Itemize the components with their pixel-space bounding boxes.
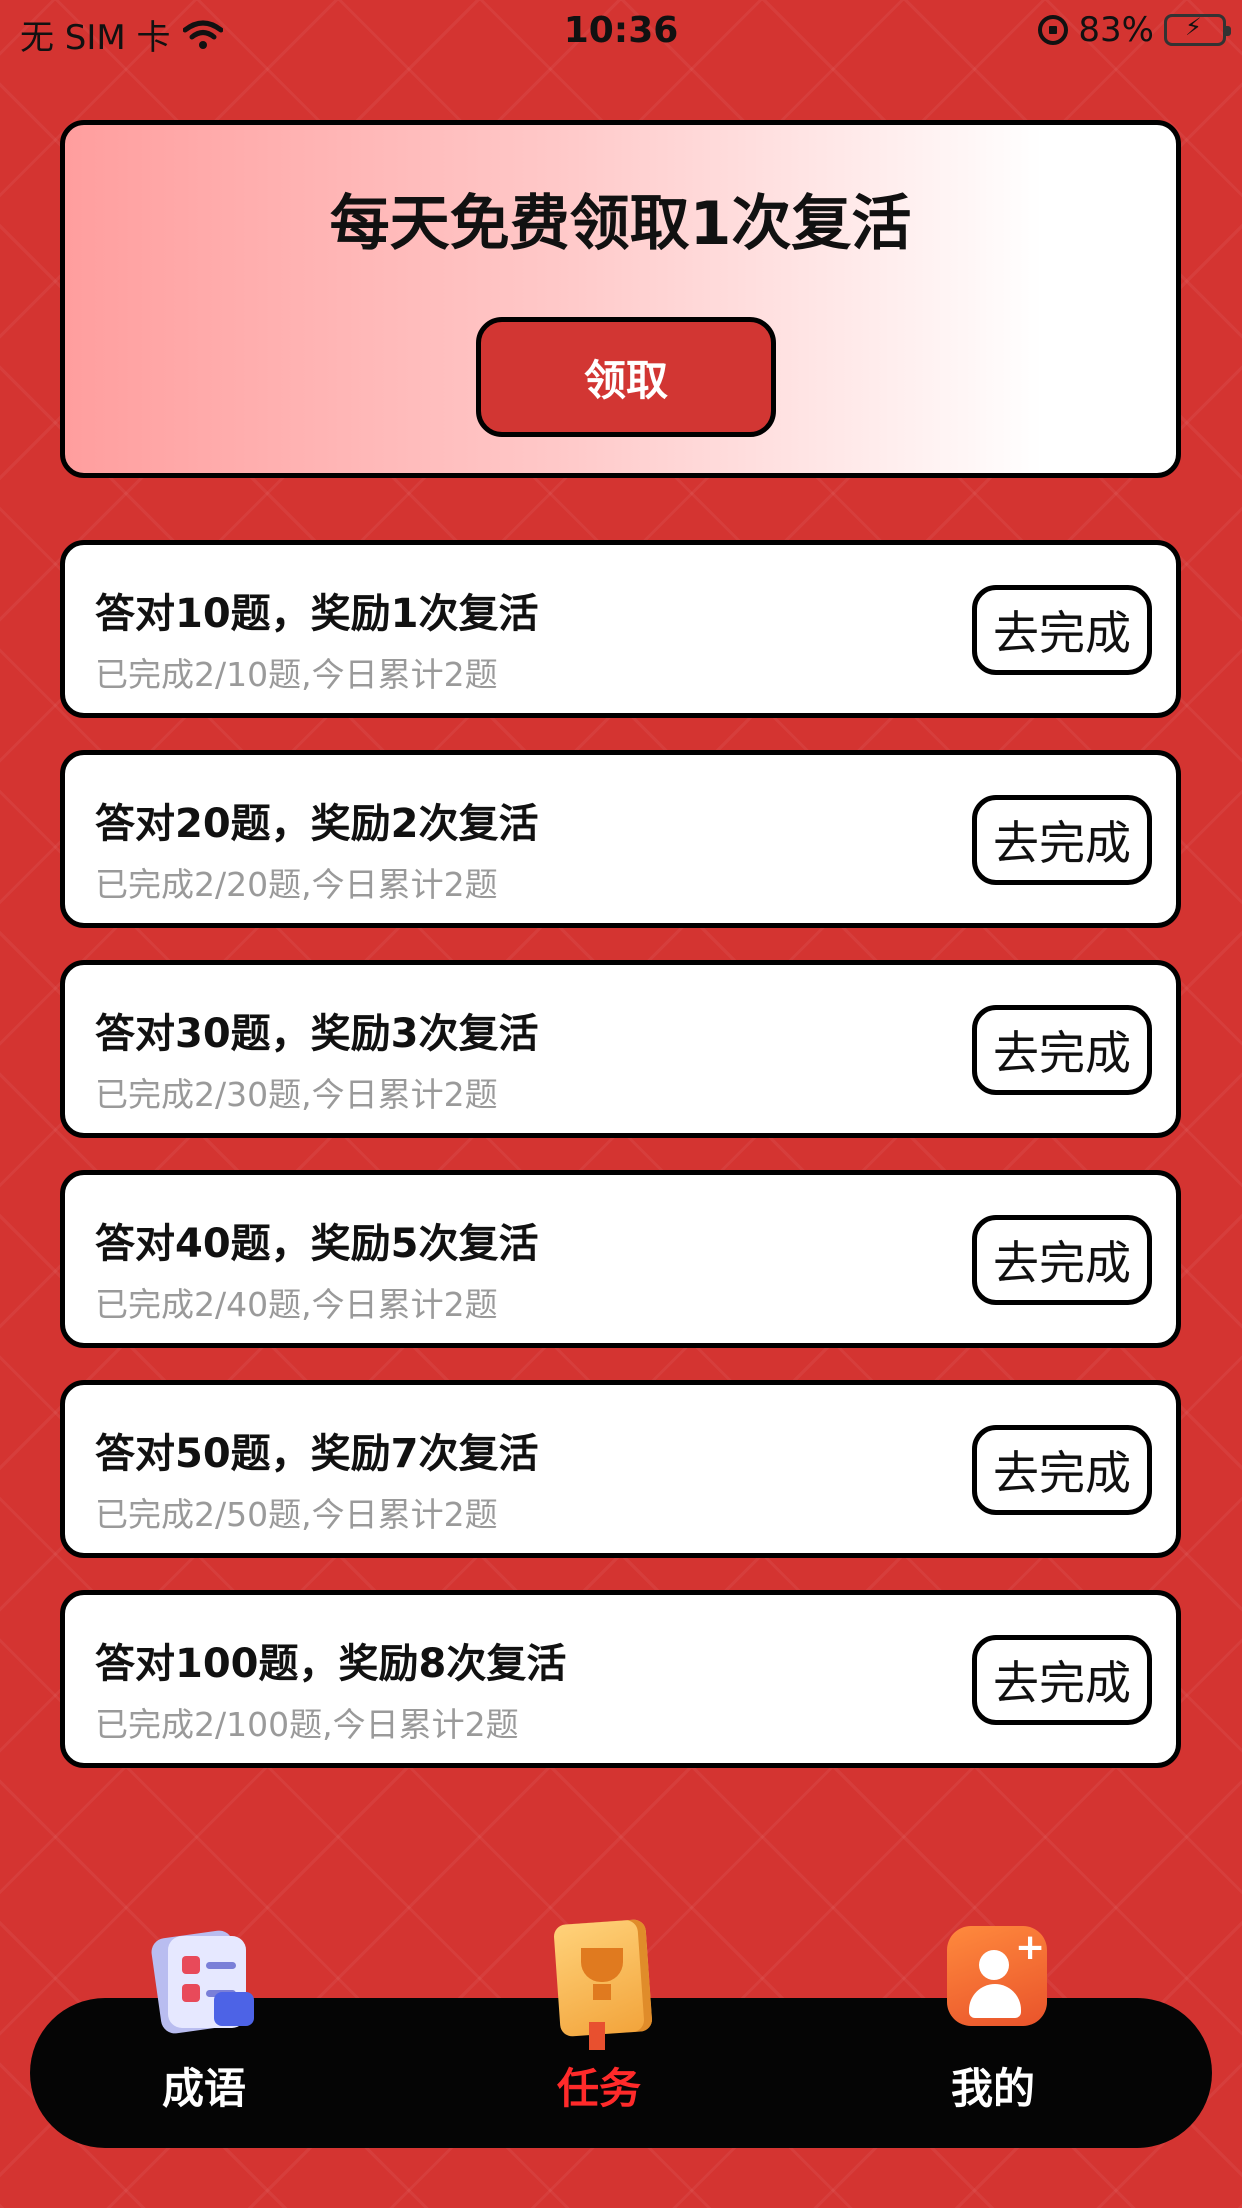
go-complete-button[interactable]: 去完成 [972,1215,1152,1305]
nav-item-idiom[interactable]: 成语 [84,1928,324,2148]
nav-label-mine: 我的 [950,2064,1035,2113]
idiom-icon [149,1926,258,2036]
nav-item-task[interactable]: 任务 [479,1918,719,2148]
go-complete-button[interactable]: 去完成 [972,1635,1152,1725]
status-right: 83% ⚡ [1038,10,1231,50]
status-bar: 无 SIM 卡 10:36 83% ⚡ [0,0,1242,62]
go-complete-button[interactable]: 去完成 [972,585,1152,675]
task-progress: 已完成2/20题,今日累计2题 [95,865,498,904]
claim-button[interactable]: 领取 [476,317,776,437]
battery-percent: 83% [1078,10,1154,50]
task-title: 答对40题，奖励5次复活 [95,1221,539,1267]
charging-bolt-icon: ⚡ [1185,13,1202,41]
task-title: 答对100题，奖励8次复活 [95,1641,567,1687]
task-title: 答对10题，奖励1次复活 [95,591,539,637]
task-card: 答对30题，奖励3次复活 已完成2/30题,今日累计2题 去完成 [60,960,1181,1138]
task-progress: 已完成2/40题,今日累计2题 [95,1285,498,1324]
task-card: 答对50题，奖励7次复活 已完成2/50题,今日累计2题 去完成 [60,1380,1181,1558]
nav-item-mine[interactable]: + 我的 [873,1926,1113,2148]
profile-icon: + [939,1926,1047,2034]
task-card: 答对100题，奖励8次复活 已完成2/100题,今日累计2题 去完成 [60,1590,1181,1768]
daily-revive-card: 每天免费领取1次复活 领取 [60,120,1181,478]
task-icon [545,1918,653,2050]
nav-label-task: 任务 [556,2064,641,2113]
task-card: 答对20题，奖励2次复活 已完成2/20题,今日累计2题 去完成 [60,750,1181,928]
task-list: 答对10题，奖励1次复活 已完成2/10题,今日累计2题 去完成 答对20题，奖… [60,540,1181,1800]
task-title: 答对50题，奖励7次复活 [95,1431,539,1477]
task-progress: 已完成2/100题,今日累计2题 [95,1705,519,1744]
task-title: 答对30题，奖励3次复活 [95,1011,539,1057]
task-progress: 已完成2/30题,今日累计2题 [95,1075,498,1114]
nav-label-idiom: 成语 [161,2064,246,2113]
task-card: 答对40题，奖励5次复活 已完成2/40题,今日累计2题 去完成 [60,1170,1181,1348]
rotation-lock-icon [1038,15,1069,45]
battery-icon: ⚡ [1164,13,1231,46]
task-progress: 已完成2/10题,今日累计2题 [95,655,498,694]
go-complete-button[interactable]: 去完成 [972,1005,1152,1095]
go-complete-button[interactable]: 去完成 [972,795,1152,885]
go-complete-button[interactable]: 去完成 [972,1425,1152,1515]
task-title: 答对20题，奖励2次复活 [95,801,539,847]
task-card: 答对10题，奖励1次复活 已完成2/10题,今日累计2题 去完成 [60,540,1181,718]
daily-revive-title: 每天免费领取1次复活 [329,189,912,259]
bottom-nav: 成语 任务 + 我的 [30,1918,1212,2148]
task-progress: 已完成2/50题,今日累计2题 [95,1495,498,1534]
